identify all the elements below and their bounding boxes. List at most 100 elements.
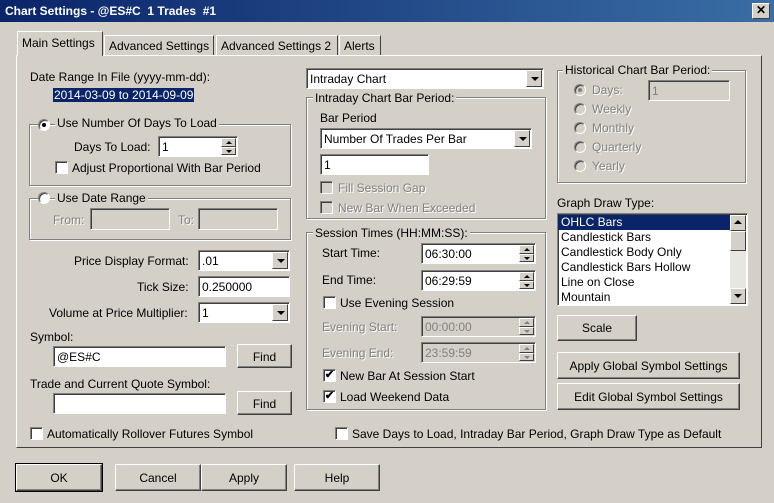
list-item[interactable]: Line on Close: [558, 275, 747, 290]
bar-period-label: Bar Period: [320, 111, 377, 125]
use-date-range-radio[interactable]: [38, 192, 50, 204]
help-button[interactable]: Help: [294, 464, 380, 491]
tab-main-settings[interactable]: Main Settings: [17, 31, 103, 56]
graph-draw-type-label: Graph Draw Type:: [557, 196, 655, 210]
tab-alerts[interactable]: Alerts: [339, 35, 381, 56]
apply-global-symbol-settings-button[interactable]: Apply Global Symbol Settings: [557, 352, 740, 379]
evening-start-input[interactable]: 00:00:00: [421, 316, 536, 337]
rollover-label: Automatically Rollover Futures Symbol: [47, 427, 254, 441]
end-time-input[interactable]: 06:29:59: [421, 270, 536, 291]
adjust-proportional-checkbox[interactable]: [55, 161, 68, 174]
weekly-radio[interactable]: [574, 103, 586, 115]
use-date-range-label: Use Date Range: [55, 191, 148, 205]
date-range-value: 2014-03-09 to 2014-09-09: [53, 88, 195, 102]
price-display-label: Price Display Format:: [74, 254, 189, 268]
ok-button[interactable]: OK: [15, 463, 103, 492]
days-label: Days:: [592, 83, 623, 97]
use-evening-session-checkbox[interactable]: [323, 296, 336, 309]
price-display-select[interactable]: .01: [198, 250, 290, 271]
evening-start-label: Evening Start:: [322, 320, 398, 334]
save-default-checkbox[interactable]: [335, 427, 348, 440]
list-scrollbar[interactable]: [730, 215, 746, 304]
chevron-down-icon: [272, 304, 288, 321]
session-times-title: Session Times (HH:MM:SS):: [313, 226, 470, 240]
close-button[interactable]: ✕: [752, 3, 770, 19]
chevron-down-icon: [526, 70, 542, 87]
evening-start-spinner[interactable]: [519, 318, 534, 335]
start-time-spinner[interactable]: [519, 245, 534, 262]
yearly-label: Yearly: [592, 159, 625, 173]
cancel-button[interactable]: Cancel: [115, 464, 201, 491]
list-item[interactable]: Candlestick Body Only: [558, 245, 747, 260]
quarterly-radio[interactable]: [574, 141, 586, 153]
symbol-input[interactable]: @ES#C: [53, 346, 226, 367]
monthly-label: Monthly: [592, 121, 635, 135]
from-date-input[interactable]: [90, 208, 170, 230]
monthly-radio[interactable]: [574, 122, 586, 134]
list-item[interactable]: OHLC Bars: [558, 215, 730, 230]
rollover-checkbox[interactable]: [30, 427, 43, 440]
scroll-thumb[interactable]: [730, 231, 746, 251]
window-title: Chart Settings - @ES#C 1 Trades #1: [5, 4, 217, 18]
fill-session-gap-checkbox[interactable]: [320, 181, 333, 194]
tick-size-input[interactable]: 0.250000: [198, 276, 290, 297]
historical-period-title: Historical Chart Bar Period:: [563, 63, 713, 77]
bar-period-select[interactable]: Number Of Trades Per Bar: [320, 128, 532, 149]
use-evening-session-label: Use Evening Session: [340, 296, 455, 310]
evening-end-spinner[interactable]: [519, 344, 534, 361]
evening-end-input[interactable]: 23:59:59: [421, 342, 536, 363]
trade-symbol-label: Trade and Current Quote Symbol:: [30, 377, 211, 391]
bar-period-number-input[interactable]: 1: [320, 154, 429, 175]
end-time-label: End Time:: [322, 273, 377, 287]
save-default-label: Save Days to Load, Intraday Bar Period, …: [352, 427, 722, 441]
start-time-input[interactable]: 06:30:00: [421, 243, 536, 264]
vap-multiplier-label: Volume at Price Multiplier:: [49, 306, 188, 320]
symbol-label: Symbol:: [30, 330, 74, 344]
adjust-proportional-label: Adjust Proportional With Bar Period: [72, 161, 261, 175]
new-bar-session-start-checkbox[interactable]: ✔: [323, 369, 336, 382]
scroll-up-icon[interactable]: [730, 215, 746, 231]
use-days-label: Use Number Of Days To Load: [55, 116, 219, 130]
scroll-down-icon[interactable]: [730, 288, 746, 304]
intraday-period-title: Intraday Chart Bar Period:: [313, 91, 457, 105]
load-weekend-data-label: Load Weekend Data: [340, 390, 450, 404]
evening-end-label: Evening End:: [322, 346, 394, 360]
to-date-input[interactable]: [198, 208, 278, 230]
new-bar-exceeded-checkbox[interactable]: [320, 201, 333, 214]
use-days-radio[interactable]: [38, 119, 50, 131]
list-item[interactable]: Mountain: [558, 290, 747, 305]
days-to-load-input[interactable]: 1: [158, 136, 238, 157]
apply-button[interactable]: Apply: [201, 464, 287, 491]
new-bar-session-start-label: New Bar At Session Start: [340, 369, 475, 383]
from-label: From:: [53, 213, 85, 227]
find-symbol-button[interactable]: Find: [237, 344, 292, 368]
quarterly-label: Quarterly: [592, 140, 642, 154]
list-item[interactable]: Candlestick Bars Hollow: [558, 260, 747, 275]
start-time-label: Start Time:: [322, 246, 381, 260]
tab-advanced-settings-2[interactable]: Advanced Settings 2: [216, 35, 338, 56]
chevron-down-icon: [514, 130, 530, 147]
chevron-down-icon: [272, 252, 288, 269]
tick-size-label: Tick Size:: [137, 280, 189, 294]
trade-symbol-input[interactable]: [53, 393, 226, 414]
yearly-radio[interactable]: [574, 160, 586, 172]
days-to-load-label: Days To Load:: [74, 140, 151, 154]
list-item[interactable]: Candlestick Bars: [558, 230, 747, 245]
days-radio[interactable]: [574, 84, 586, 96]
end-time-spinner[interactable]: [519, 272, 534, 289]
scale-button[interactable]: Scale: [557, 315, 637, 341]
chart-type-select[interactable]: Intraday Chart: [306, 68, 544, 89]
graph-draw-type-list[interactable]: OHLC Bars Candlestick Bars Candlestick B…: [557, 213, 748, 306]
tab-advanced-settings[interactable]: Advanced Settings: [104, 35, 214, 56]
days-to-load-spinner[interactable]: [221, 138, 236, 155]
weekly-label: Weekly: [592, 102, 632, 116]
find-trade-symbol-button[interactable]: Find: [237, 391, 292, 415]
historical-days-input[interactable]: 1: [648, 80, 730, 101]
edit-global-symbol-settings-button[interactable]: Edit Global Symbol Settings: [557, 383, 740, 410]
date-range-label: Date Range In File (yyyy-mm-dd):: [30, 70, 211, 84]
load-weekend-data-checkbox[interactable]: ✔: [323, 390, 336, 403]
fill-session-gap-label: Fill Session Gap: [338, 181, 426, 195]
vap-multiplier-select[interactable]: 1: [198, 302, 290, 323]
to-label: To:: [178, 213, 195, 227]
new-bar-exceeded-label: New Bar When Exceeded: [338, 201, 476, 215]
